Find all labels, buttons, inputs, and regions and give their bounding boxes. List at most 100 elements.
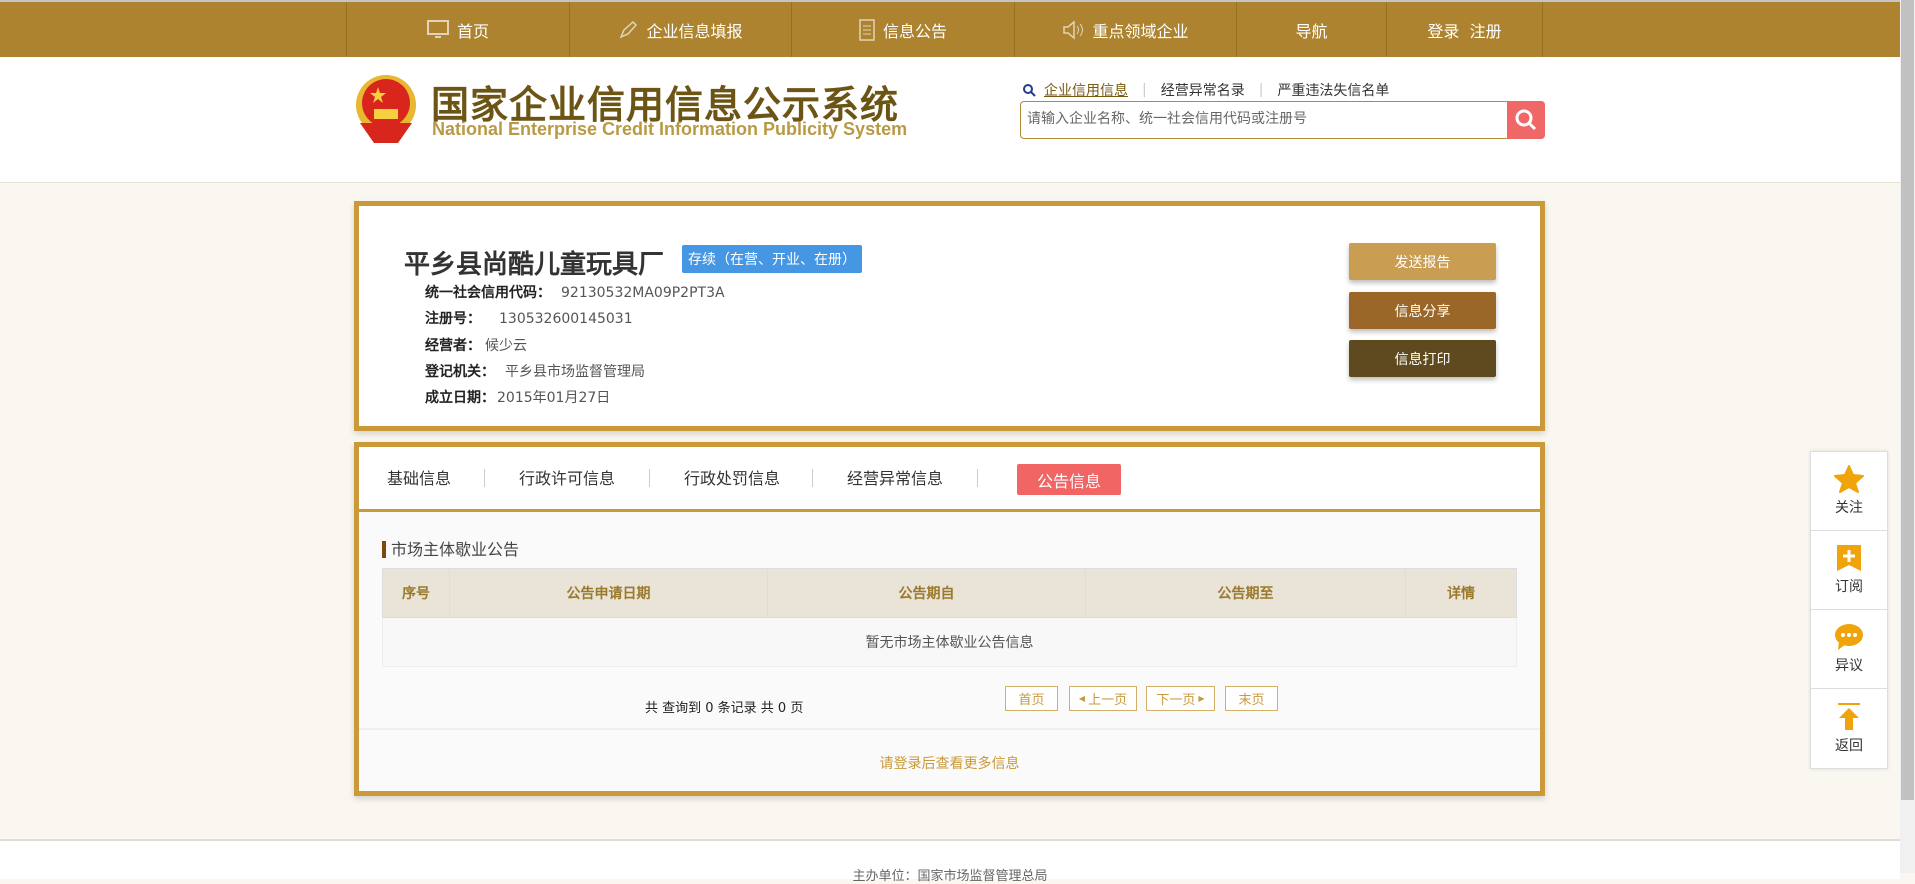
divider xyxy=(359,728,1540,730)
announcement-table: 序号 公告申请日期 公告期自 公告期至 详情 暂无市场主体歇业公告信息 xyxy=(382,568,1517,667)
col-end: 公告期至 xyxy=(1085,568,1406,618)
nav-enterprise-report[interactable]: 企业信息填报 xyxy=(569,2,791,57)
field-label: 注册号： xyxy=(425,311,481,327)
speaker-icon xyxy=(1063,19,1084,40)
field-established: 成立日期： 2015年01月27日 xyxy=(425,387,610,407)
section-title: 市场主体歇业公告 xyxy=(382,541,519,558)
field-reg-no: 注册号： 130532600145031 xyxy=(425,308,633,328)
divider xyxy=(484,469,485,487)
prev-label: 上一页 xyxy=(1088,693,1128,708)
first-page-button[interactable]: 首页 xyxy=(1005,686,1058,711)
divider xyxy=(649,469,650,487)
field-label: 经营者： xyxy=(425,338,481,354)
divider xyxy=(812,469,813,487)
pen-icon xyxy=(620,20,638,38)
tab-basic-info[interactable]: 基础信息 xyxy=(387,465,451,489)
search-type-links: 企业信用信息 | 经营异常名录 | 严重违法失信名单 xyxy=(1022,80,1389,100)
nav-announcements[interactable]: 信息公告 xyxy=(791,2,1014,57)
document-icon xyxy=(859,18,875,41)
footer: 主办单位：国家市场监督管理总局 xyxy=(0,839,1900,884)
next-label: 下一页 xyxy=(1156,693,1196,708)
chevron-right-icon: ▶ xyxy=(1198,694,1205,703)
nav-announcements-label: 信息公告 xyxy=(882,21,947,41)
nav-guide[interactable]: 导航 xyxy=(1236,2,1386,57)
field-value: 130532600145031 xyxy=(499,311,633,327)
nav-login-register[interactable]: 登录 注册 xyxy=(1386,2,1543,57)
subscribe-button[interactable]: 订阅 xyxy=(1811,531,1887,610)
details-card: 基础信息 行政许可信息 行政处罚信息 经营异常信息 公告信息 市场主体歇业公告 … xyxy=(354,442,1545,796)
print-button[interactable]: 信息打印 xyxy=(1349,340,1496,377)
field-value: 候少云 xyxy=(485,338,527,354)
follow-button[interactable]: 关注 xyxy=(1811,452,1887,531)
field-label: 统一社会信用代码： xyxy=(425,285,551,301)
tab-license-info[interactable]: 行政许可信息 xyxy=(519,465,615,489)
empty-message: 暂无市场主体歇业公告信息 xyxy=(382,617,1517,667)
col-start: 公告期自 xyxy=(767,568,1086,618)
col-apply-date: 公告申请日期 xyxy=(449,568,768,618)
arrow-up-icon xyxy=(1838,702,1860,730)
nav-home[interactable]: 首页 xyxy=(346,2,569,57)
nav-home-label: 首页 xyxy=(456,21,489,41)
nav-key-enterprises-label: 重点领域企业 xyxy=(1092,21,1189,41)
company-name: 平乡县尚酷儿童玩具厂 xyxy=(404,250,665,280)
chevron-left-icon: ◀ xyxy=(1078,694,1086,703)
site-subtitle: National Enterprise Credit Information P… xyxy=(432,119,908,139)
table-header: 序号 公告申请日期 公告期自 公告期至 详情 xyxy=(382,568,1517,618)
scrollbar-thumb[interactable] xyxy=(1901,0,1914,800)
link-blacklist[interactable]: 严重违法失信名单 xyxy=(1277,80,1389,100)
search-icon xyxy=(1515,109,1537,131)
divider: | xyxy=(1142,82,1147,98)
next-page-button[interactable]: 下一页 ▶ xyxy=(1146,686,1215,711)
bookmark-plus-icon xyxy=(1837,545,1861,571)
star-icon xyxy=(1834,465,1864,493)
link-abnormal-list[interactable]: 经营异常名录 xyxy=(1161,80,1245,100)
field-credit-code: 统一社会信用代码： 92130532MA09P2PT3A xyxy=(425,282,725,302)
nav-enterprise-report-label: 企业信息填报 xyxy=(646,21,743,41)
tab-abnormal-info[interactable]: 经营异常信息 xyxy=(847,465,943,489)
share-button[interactable]: 信息分享 xyxy=(1349,292,1496,329)
subscribe-label: 订阅 xyxy=(1835,579,1863,595)
col-detail: 详情 xyxy=(1405,568,1517,618)
send-report-button[interactable]: 发送报告 xyxy=(1349,243,1496,280)
tab-bar: 基础信息 行政许可信息 行政处罚信息 经营异常信息 公告信息 xyxy=(359,447,1540,512)
field-operator: 经营者： 候少云 xyxy=(425,335,527,355)
nav-guide-label: 导航 xyxy=(1295,21,1328,41)
login-more-link[interactable]: 请登录后查看更多信息 xyxy=(359,753,1540,773)
divider xyxy=(977,469,978,487)
field-value: 2015年01月27日 xyxy=(497,390,611,406)
search-input[interactable] xyxy=(1021,102,1501,136)
prev-page-button[interactable]: ◀ 上一页 xyxy=(1069,686,1137,711)
company-card: 平乡县尚酷儿童玩具厂 存续（在营、开业、在册） 统一社会信用代码： 9213053… xyxy=(354,201,1545,431)
follow-label: 关注 xyxy=(1835,500,1863,516)
field-label: 成立日期： xyxy=(425,390,495,406)
nav-key-enterprises[interactable]: 重点领域企业 xyxy=(1014,2,1236,57)
nav-login-register-label: 登录 注册 xyxy=(1427,21,1502,41)
col-index: 序号 xyxy=(382,568,450,618)
tab-announcement-info[interactable]: 公告信息 xyxy=(1017,464,1121,495)
footer-text: 主办单位：国家市场监督管理总局 xyxy=(852,869,1048,884)
monitor-icon xyxy=(426,19,449,38)
objection-button[interactable]: 异议 xyxy=(1811,610,1887,689)
back-to-top-button[interactable]: 返回 xyxy=(1811,689,1887,768)
field-label: 登记机关： xyxy=(425,364,495,380)
status-badge: 存续（在营、开业、在册） xyxy=(682,245,862,273)
field-value: 92130532MA09P2PT3A xyxy=(561,285,725,301)
chat-bubble-icon xyxy=(1835,624,1863,650)
field-authority: 登记机关： 平乡县市场监督管理局 xyxy=(425,361,645,381)
pagination-summary: 共 查询到 0 条记录 共 0 页 xyxy=(645,701,804,716)
last-page-button[interactable]: 末页 xyxy=(1225,686,1278,711)
site-header: 国家企业信用信息公示系统 National Enterprise Credit … xyxy=(0,57,1900,183)
search-button[interactable] xyxy=(1507,101,1545,139)
tab-penalty-info[interactable]: 行政处罚信息 xyxy=(684,465,780,489)
objection-label: 异议 xyxy=(1835,658,1863,674)
national-emblem-icon xyxy=(356,75,416,143)
divider: | xyxy=(1258,82,1264,98)
field-value: 平乡县市场监督管理局 xyxy=(505,364,645,380)
top-nav: 首页 企业信息填报 信息公告 重点领域企业 导航 登录 注册 xyxy=(0,0,1900,57)
table-row: 暂无市场主体歇业公告信息 xyxy=(382,617,1517,667)
back-label: 返回 xyxy=(1835,737,1863,754)
search-icon xyxy=(1023,84,1036,97)
link-credit-info[interactable]: 企业信用信息 xyxy=(1044,80,1128,100)
search-box xyxy=(1020,101,1545,139)
floating-sidebar: 关注 订阅 异议 返回 xyxy=(1810,451,1888,769)
